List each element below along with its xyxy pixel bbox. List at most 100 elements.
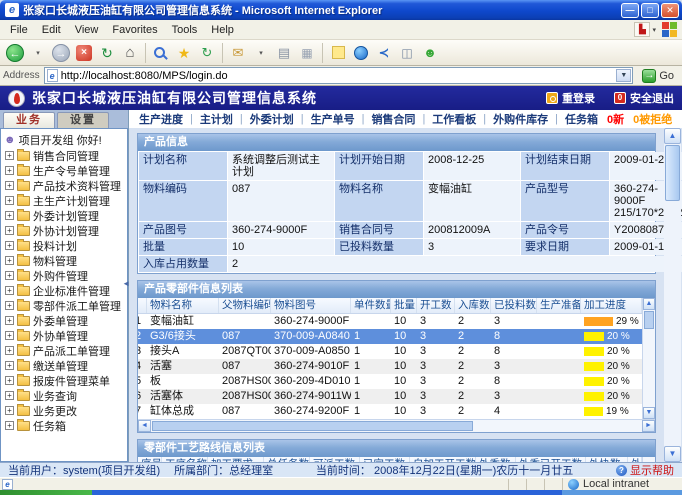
tree-item-4[interactable]: +外委计划管理: [4, 208, 127, 223]
expand-icon[interactable]: +: [5, 331, 14, 340]
expand-icon[interactable]: +: [5, 316, 14, 325]
route-col-2[interactable]: 加工要求: [208, 457, 264, 462]
parts-hscroll-thumb[interactable]: [152, 421, 473, 431]
back-dropdown[interactable]: ▾: [28, 42, 48, 64]
mail-button[interactable]: ✉: [228, 42, 248, 64]
web-button[interactable]: [351, 42, 371, 64]
tree-item-2[interactable]: +产品技术资料管理: [4, 178, 127, 193]
tree-item-16[interactable]: +业务查询: [4, 388, 127, 403]
parts-scroll-thumb[interactable]: [644, 311, 654, 329]
menu-help[interactable]: Help: [204, 24, 241, 36]
tree-item-14[interactable]: +缴送单管理: [4, 358, 127, 373]
search-button[interactable]: [151, 42, 171, 64]
expand-icon[interactable]: +: [5, 256, 14, 265]
relogin-button[interactable]: 重登录: [546, 90, 595, 106]
menu-tools[interactable]: Tools: [165, 24, 205, 36]
parts-row[interactable]: 2G3/6接头087370-009-A084011032820 %: [138, 329, 642, 344]
favorites-button[interactable]: ★: [174, 42, 194, 64]
maximize-button[interactable]: □: [641, 3, 659, 18]
parts-col-8[interactable]: 生产准备: [537, 298, 581, 313]
finder-button[interactable]: ◫: [397, 42, 417, 64]
parts-hscrollbar[interactable]: ◄ ►: [138, 419, 655, 432]
expand-icon[interactable]: +: [5, 211, 14, 220]
parts-row[interactable]: 1变幅油缸360-274-9000F1032329 %: [138, 314, 642, 329]
address-field[interactable]: e ▼: [44, 67, 634, 84]
content-scroll-down-icon[interactable]: ▼: [664, 446, 681, 462]
route-vscrollbar[interactable]: ▼: [642, 457, 655, 462]
mail-dropdown[interactable]: ▾: [251, 42, 271, 64]
parts-vscrollbar[interactable]: ▲ ▼: [642, 298, 655, 419]
history-button[interactable]: ↻: [197, 42, 217, 64]
parts-row[interactable]: 4活塞087360-274-9010F11032320 %: [138, 359, 642, 374]
parts-scroll-up-icon[interactable]: ▲: [643, 298, 655, 310]
route-col-4[interactable]: 可派工数: [310, 457, 360, 462]
swoosh-button[interactable]: ≺: [374, 42, 394, 64]
tree-item-12[interactable]: +外协单管理: [4, 328, 127, 343]
parts-row[interactable]: 3接头A2087QT002370-009-A085011032820 %: [138, 344, 642, 359]
expand-icon[interactable]: +: [5, 376, 14, 385]
route-col-7[interactable]: 外委数: [476, 457, 516, 462]
parts-col-9[interactable]: 加工进度: [581, 298, 642, 313]
tree-item-17[interactable]: +业务更改: [4, 403, 127, 418]
tree-item-3[interactable]: +主生产计划管理: [4, 193, 127, 208]
nav-link-6[interactable]: 外购件库存: [493, 111, 548, 127]
menu-view[interactable]: View: [68, 24, 106, 36]
parts-col-7[interactable]: 已投料数: [491, 298, 537, 313]
parts-col-4[interactable]: 批量: [391, 298, 417, 313]
address-input[interactable]: [61, 69, 614, 82]
refresh-button[interactable]: ↻: [97, 42, 117, 64]
expand-icon[interactable]: +: [5, 181, 14, 190]
print-button[interactable]: ▤: [274, 42, 294, 64]
parts-scroll-right-icon[interactable]: ►: [642, 420, 655, 432]
badge-new[interactable]: 0新: [607, 111, 624, 127]
tree-item-15[interactable]: +报废件管理菜单: [4, 373, 127, 388]
parts-col-6[interactable]: 入库数: [455, 298, 491, 313]
close-button[interactable]: ✕: [661, 3, 679, 18]
parts-col-1[interactable]: 父物料编码: [219, 298, 271, 313]
address-dropdown-icon[interactable]: ▼: [616, 69, 631, 82]
expand-icon[interactable]: +: [5, 166, 14, 175]
expand-icon[interactable]: +: [5, 361, 14, 370]
content-scroll-up-icon[interactable]: ▲: [664, 128, 681, 144]
tree-item-13[interactable]: +产品派工单管理: [4, 343, 127, 358]
start-button-edge[interactable]: [0, 490, 92, 495]
adobe-toolbar-icon[interactable]: ▙: [634, 22, 650, 37]
home-button[interactable]: ⌂: [120, 42, 140, 64]
badge-rejected[interactable]: 0被拒绝: [633, 111, 672, 127]
expand-icon[interactable]: +: [5, 391, 14, 400]
route-col-9[interactable]: 外协数: [586, 457, 628, 462]
tree-item-6[interactable]: +投料计划: [4, 238, 127, 253]
expand-icon[interactable]: +: [5, 346, 14, 355]
adobe-dropdown-icon[interactable]: ▾: [652, 26, 656, 34]
nav-link-2[interactable]: 外委计划: [250, 111, 294, 127]
expand-icon[interactable]: +: [5, 226, 14, 235]
tree-item-18[interactable]: +任务箱: [4, 418, 127, 433]
route-col-0[interactable]: 序号: [138, 457, 162, 462]
route-col-5[interactable]: 已完工数: [360, 457, 410, 462]
route-col-1[interactable]: 工序名称: [162, 457, 208, 462]
parts-row[interactable]: 6活塞体2087HS002360-274-9011W11032320 %: [138, 389, 642, 404]
route-col-8[interactable]: 外委已开工数: [516, 457, 586, 462]
menu-file[interactable]: File: [3, 24, 35, 36]
parts-col-2[interactable]: 物料图号: [271, 298, 351, 313]
parts-row[interactable]: 5板2087HS002360-209-4D01011032820 %: [138, 374, 642, 389]
parts-row[interactable]: 7缸体总成087360-274-9200F11032419 %: [138, 404, 642, 419]
go-button[interactable]: → Go: [637, 67, 679, 85]
route-col-3[interactable]: 总任务数: [264, 457, 310, 462]
route-col-10[interactable]: 外协: [628, 457, 642, 462]
expand-icon[interactable]: +: [5, 421, 14, 430]
forward-button[interactable]: →: [51, 42, 71, 64]
show-help-button[interactable]: ? 显示帮助: [616, 462, 674, 478]
tree-item-10[interactable]: +零部件派工单管理: [4, 298, 127, 313]
expand-icon[interactable]: +: [5, 271, 14, 280]
nav-link-4[interactable]: 销售合同: [371, 111, 415, 127]
tree-item-0[interactable]: +销售合同管理: [4, 148, 127, 163]
tree-item-8[interactable]: +外购件管理: [4, 268, 127, 283]
menu-edit[interactable]: Edit: [35, 24, 68, 36]
parts-col-0[interactable]: 物料名称: [147, 298, 219, 313]
nav-link-0[interactable]: 生产进度: [139, 111, 183, 127]
parts-col-5[interactable]: 开工数: [417, 298, 455, 313]
menu-favorites[interactable]: Favorites: [105, 24, 164, 36]
parts-scroll-down-icon[interactable]: ▼: [643, 407, 655, 419]
tab-settings[interactable]: 设置: [57, 112, 109, 128]
